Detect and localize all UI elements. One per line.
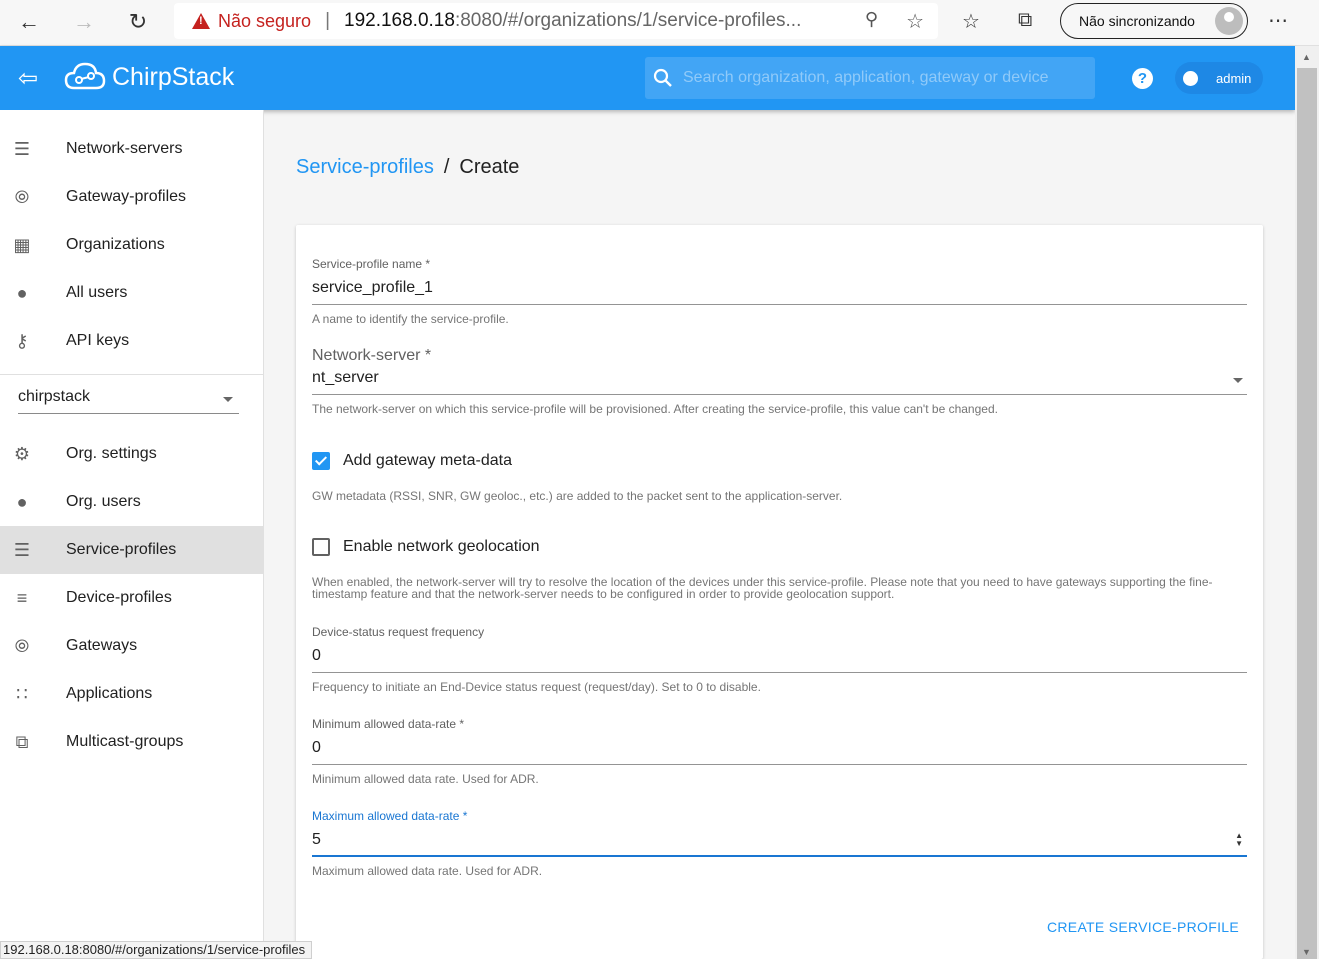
sidebar-item-org-settings[interactable]: ⚙ Org. settings [0, 430, 263, 478]
refresh-icon[interactable]: ↻ [122, 8, 154, 36]
breadcrumb-separator: / [443, 156, 450, 178]
tune-icon: ≡ [16, 588, 28, 608]
breadcrumb: Service-profiles / Create [296, 156, 519, 179]
rss-icon: ⧉ [15, 732, 29, 752]
service-profile-name-field: Service-profile name * service_profile_1… [312, 257, 1247, 325]
breadcrumb-current: Create [459, 156, 520, 178]
url-host: 192.168.0.18 [344, 10, 455, 31]
min-data-rate-field: Minimum allowed data-rate * 0 Minimum al… [312, 717, 1247, 785]
global-search[interactable]: Search organization, application, gatewa… [645, 57, 1095, 99]
apps-icon: ∷ [16, 684, 28, 704]
status-bar-url: 192.168.0.18:8080/#/organizations/1/serv… [0, 941, 313, 959]
favorite-star-icon[interactable]: ☆ [906, 9, 924, 34]
help-icon[interactable]: ? [1132, 68, 1153, 89]
search-input[interactable]: Search organization, application, gatewa… [683, 69, 1049, 87]
radio-tower-icon: ⦾ [14, 636, 30, 656]
profile-avatar [1215, 7, 1243, 35]
address-bar[interactable]: Não seguro | 192.168.0.18 :8080/#/organi… [174, 3, 938, 39]
device-status-frequency-input[interactable]: 0 [312, 647, 1247, 673]
sidebar-item-gateway-profiles[interactable]: ⦾ Gateway-profiles [0, 173, 263, 221]
gateway-metadata-help: GW metadata (RSSI, SNR, GW geoloc., etc.… [312, 489, 843, 503]
network-server-field: Network-server * nt_server The network-s… [312, 347, 1247, 415]
breadcrumb-service-profiles-link[interactable]: Service-profiles [296, 156, 434, 179]
service-profile-form: Service-profile name * service_profile_1… [296, 225, 1263, 959]
scroll-thumb[interactable] [1297, 68, 1317, 959]
device-status-frequency-field: Device-status request frequency 0 Freque… [312, 625, 1247, 693]
profile-sync-button[interactable]: Não sincronizando [1060, 3, 1248, 39]
network-geolocation-checkbox[interactable] [312, 538, 330, 556]
favorites-icon[interactable]: ☆ [962, 9, 980, 34]
gear-icon: ⚙ [13, 444, 31, 464]
scroll-down-icon[interactable]: ▼ [1302, 947, 1311, 957]
sidebar-item-gateways[interactable]: ⦾ Gateways [0, 622, 263, 670]
sidebar-item-applications[interactable]: ∷ Applications [0, 670, 263, 718]
network-geolocation-help: When enabled, the network-server will tr… [312, 575, 1213, 601]
service-profile-name-input[interactable]: service_profile_1 [312, 279, 1247, 305]
sidebar-item-api-keys[interactable]: ⚷ API keys [0, 317, 263, 365]
warning-icon [192, 13, 210, 29]
sidebar-item-org-users[interactable]: ● Org. users [0, 478, 263, 526]
sidebar-item-device-profiles[interactable]: ≡ Device-profiles [0, 574, 263, 622]
back-icon[interactable]: ← [13, 8, 45, 36]
sidebar-item-all-users[interactable]: ● All users [0, 269, 263, 317]
zoom-icon[interactable]: ⚲ [865, 9, 878, 30]
person-icon: ● [16, 283, 28, 303]
search-icon [653, 68, 672, 87]
network-geolocation-checkbox-row[interactable]: Enable network geolocation [312, 538, 540, 556]
create-service-profile-button[interactable]: CREATE SERVICE-PROFILE [1047, 919, 1239, 935]
sidebar: ☰ Network-servers ⦾ Gateway-profiles ▦ O… [0, 110, 264, 959]
domain-icon: ▦ [13, 235, 31, 255]
app-header: ⇦ ChirpStack Search organization, applic… [0, 46, 1295, 110]
server-icon: ☰ [13, 139, 31, 159]
sidebar-divider [0, 374, 263, 375]
sidebar-item-service-profiles[interactable]: ☰ Service-profiles [0, 526, 263, 574]
menu-collapse-icon[interactable]: ⇦ [18, 64, 38, 93]
chevron-down-icon [223, 397, 233, 402]
cloud-logo-icon [64, 62, 106, 90]
radio-tower-icon: ⦾ [14, 187, 30, 207]
number-stepper-icon[interactable]: ▲ ▼ [1235, 832, 1243, 848]
sidebar-item-network-servers[interactable]: ☰ Network-servers [0, 125, 263, 173]
browser-toolbar: ← → ↻ Não seguro | 192.168.0.18 :8080/#/… [0, 0, 1319, 46]
account-circle-icon [1183, 70, 1198, 86]
person-icon: ● [16, 492, 28, 512]
collections-icon[interactable]: ⧉ [1018, 9, 1032, 32]
organization-select[interactable]: chirpstack [18, 381, 239, 414]
more-icon[interactable]: ⋯ [1268, 8, 1289, 33]
max-data-rate-input[interactable]: 5 ▲ ▼ [312, 831, 1247, 857]
gateway-metadata-checkbox-row[interactable]: Add gateway meta-data [312, 452, 512, 470]
user-menu-button[interactable]: admin [1175, 62, 1263, 94]
network-server-select[interactable]: nt_server [312, 369, 1247, 395]
url-path: :8080/#/organizations/1/service-profiles… [454, 10, 802, 31]
key-icon: ⚷ [15, 331, 29, 351]
sidebar-item-organizations[interactable]: ▦ Organizations [0, 221, 263, 269]
sidebar-item-multicast-groups[interactable]: ⧉ Multicast-groups [0, 718, 263, 766]
gateway-metadata-checkbox[interactable] [312, 452, 330, 470]
account-details-icon: ☰ [13, 540, 31, 560]
max-data-rate-field: Maximum allowed data-rate * 5 ▲ ▼ Maximum… [312, 809, 1247, 877]
security-warning[interactable]: Não seguro [192, 11, 311, 32]
chevron-down-icon [1233, 378, 1243, 383]
page-scrollbar[interactable]: ▲ ▼ [1295, 46, 1319, 959]
forward-icon[interactable]: → [68, 8, 100, 36]
min-data-rate-input[interactable]: 0 [312, 739, 1247, 765]
chirpstack-logo[interactable]: ChirpStack [64, 60, 234, 94]
scroll-up-icon[interactable]: ▲ [1302, 52, 1311, 62]
